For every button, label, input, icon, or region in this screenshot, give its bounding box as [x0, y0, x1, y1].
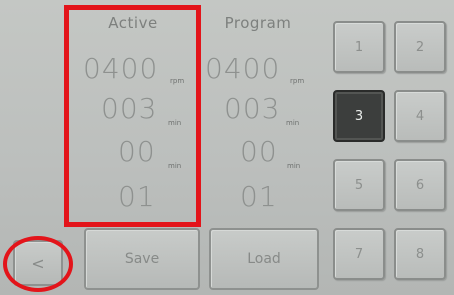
- program-key-7[interactable]: 7: [333, 228, 385, 280]
- program-step-value[interactable]: 01: [240, 180, 278, 213]
- program-key-1[interactable]: 1: [333, 21, 385, 73]
- program-key-3[interactable]: 3: [333, 90, 385, 142]
- save-button[interactable]: Save: [84, 228, 200, 290]
- program-speed-value[interactable]: 0400: [205, 52, 280, 85]
- program-time2-value[interactable]: 00: [240, 135, 278, 168]
- program-key-2[interactable]: 2: [394, 21, 446, 73]
- program-key-8[interactable]: 8: [394, 228, 446, 280]
- program-key-5[interactable]: 5: [333, 159, 385, 211]
- back-button-highlight: [3, 236, 73, 292]
- load-button[interactable]: Load: [209, 228, 319, 290]
- program-time1-value[interactable]: 003: [224, 92, 280, 125]
- program-time2-unit: min: [287, 162, 301, 170]
- program-key-6[interactable]: 6: [394, 159, 446, 211]
- active-column-highlight: [64, 5, 201, 227]
- touch-screen: Active 0400 rpm 003 min 00 min 01 Progra…: [0, 0, 454, 295]
- program-column-title: Program: [224, 14, 292, 32]
- program-time1-unit: min: [286, 119, 300, 127]
- program-key-4[interactable]: 4: [394, 90, 446, 142]
- program-speed-unit: rpm: [290, 77, 305, 85]
